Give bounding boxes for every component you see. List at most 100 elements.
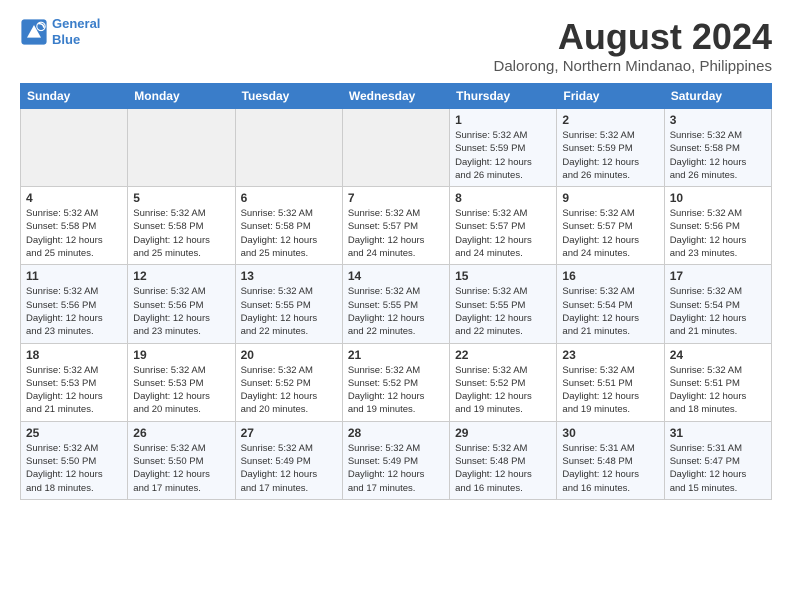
day-content: Sunrise: 5:32 AM Sunset: 5:55 PM Dayligh… [455, 285, 551, 338]
calendar-cell: 9 Sunrise: 5:32 AM Sunset: 5:57 PM Daylig… [557, 187, 664, 265]
day-content: Sunrise: 5:32 AM Sunset: 5:50 PM Dayligh… [133, 442, 229, 495]
calendar-cell: 27 Sunrise: 5:32 AM Sunset: 5:49 PM Dayli… [235, 421, 342, 499]
day-number: 27 [241, 426, 337, 440]
day-number: 20 [241, 348, 337, 362]
calendar-cell: 14 Sunrise: 5:32 AM Sunset: 5:55 PM Dayli… [342, 265, 449, 343]
weekday-header: Sunday [21, 84, 128, 109]
day-number: 15 [455, 269, 551, 283]
day-content: Sunrise: 5:32 AM Sunset: 5:58 PM Dayligh… [133, 207, 229, 260]
weekday-header: Friday [557, 84, 664, 109]
calendar-cell: 2Sunrise: 5:32 AM Sunset: 5:59 PM Daylig… [557, 109, 664, 187]
calendar-cell: 29Sunrise: 5:32 AM Sunset: 5:48 PM Dayli… [450, 421, 557, 499]
logo-line2: Blue [52, 32, 100, 48]
calendar-cell [128, 109, 235, 187]
calendar-week: 11 Sunrise: 5:32 AM Sunset: 5:56 PM Dayli… [21, 265, 772, 343]
day-content: Sunrise: 5:32 AM Sunset: 5:51 PM Dayligh… [562, 364, 658, 417]
calendar-cell: 6Sunrise: 5:32 AM Sunset: 5:58 PM Daylig… [235, 187, 342, 265]
calendar-title: August 2024 [494, 16, 773, 58]
day-number: 29 [455, 426, 551, 440]
day-content: Sunrise: 5:32 AM Sunset: 5:50 PM Dayligh… [26, 442, 122, 495]
day-content: Sunrise: 5:32 AM Sunset: 5:58 PM Dayligh… [241, 207, 337, 260]
day-number: 31 [670, 426, 766, 440]
calendar-cell: 3 Sunrise: 5:32 AM Sunset: 5:58 PM Daylig… [664, 109, 771, 187]
day-number: 26 [133, 426, 229, 440]
calendar-body: 1 Sunrise: 5:32 AM Sunset: 5:59 PM Daylig… [21, 109, 772, 500]
day-number: 9 [562, 191, 658, 205]
weekday-header: Thursday [450, 84, 557, 109]
day-number: 4 [26, 191, 122, 205]
day-content: Sunrise: 5:32 AM Sunset: 5:56 PM Dayligh… [133, 285, 229, 338]
weekday-header: Monday [128, 84, 235, 109]
calendar-table: SundayMondayTuesdayWednesdayThursdayFrid… [20, 83, 772, 500]
calendar-week: 4 Sunrise: 5:32 AM Sunset: 5:58 PM Daylig… [21, 187, 772, 265]
day-number: 13 [241, 269, 337, 283]
day-number: 21 [348, 348, 444, 362]
calendar-header: SundayMondayTuesdayWednesdayThursdayFrid… [21, 84, 772, 109]
calendar-cell: 11 Sunrise: 5:32 AM Sunset: 5:56 PM Dayli… [21, 265, 128, 343]
day-number: 14 [348, 269, 444, 283]
day-number: 16 [562, 269, 658, 283]
day-number: 25 [26, 426, 122, 440]
logo: General Blue [20, 16, 100, 47]
day-content: Sunrise: 5:32 AM Sunset: 5:52 PM Dayligh… [348, 364, 444, 417]
calendar-subtitle: Dalorong, Northern Mindanao, Philippines [494, 58, 773, 75]
calendar-week: 1 Sunrise: 5:32 AM Sunset: 5:59 PM Daylig… [21, 109, 772, 187]
calendar-cell [235, 109, 342, 187]
calendar-cell: 12Sunrise: 5:32 AM Sunset: 5:56 PM Dayli… [128, 265, 235, 343]
calendar-cell: 19 Sunrise: 5:32 AM Sunset: 5:53 PM Dayli… [128, 343, 235, 421]
day-content: Sunrise: 5:31 AM Sunset: 5:48 PM Dayligh… [562, 442, 658, 495]
calendar-cell: 8Sunrise: 5:32 AM Sunset: 5:57 PM Daylig… [450, 187, 557, 265]
day-content: Sunrise: 5:32 AM Sunset: 5:52 PM Dayligh… [455, 364, 551, 417]
day-content: Sunrise: 5:32 AM Sunset: 5:52 PM Dayligh… [241, 364, 337, 417]
weekday-header: Wednesday [342, 84, 449, 109]
day-number: 24 [670, 348, 766, 362]
calendar-cell: 22Sunrise: 5:32 AM Sunset: 5:52 PM Dayli… [450, 343, 557, 421]
day-content: Sunrise: 5:32 AM Sunset: 5:59 PM Dayligh… [455, 129, 551, 182]
day-number: 10 [670, 191, 766, 205]
day-number: 3 [670, 113, 766, 127]
calendar-cell: 1 Sunrise: 5:32 AM Sunset: 5:59 PM Daylig… [450, 109, 557, 187]
calendar-cell: 20 Sunrise: 5:32 AM Sunset: 5:52 PM Dayli… [235, 343, 342, 421]
day-content: Sunrise: 5:32 AM Sunset: 5:57 PM Dayligh… [348, 207, 444, 260]
calendar-cell: 24 Sunrise: 5:32 AM Sunset: 5:51 PM Dayli… [664, 343, 771, 421]
day-number: 11 [26, 269, 122, 283]
day-number: 18 [26, 348, 122, 362]
calendar-cell: 31 Sunrise: 5:31 AM Sunset: 5:47 PM Dayli… [664, 421, 771, 499]
calendar-cell: 7 Sunrise: 5:32 AM Sunset: 5:57 PM Daylig… [342, 187, 449, 265]
day-content: Sunrise: 5:32 AM Sunset: 5:57 PM Dayligh… [455, 207, 551, 260]
day-content: Sunrise: 5:32 AM Sunset: 5:57 PM Dayligh… [562, 207, 658, 260]
day-content: Sunrise: 5:32 AM Sunset: 5:59 PM Dayligh… [562, 129, 658, 182]
day-content: Sunrise: 5:32 AM Sunset: 5:51 PM Dayligh… [670, 364, 766, 417]
day-content: Sunrise: 5:32 AM Sunset: 5:56 PM Dayligh… [670, 207, 766, 260]
day-number: 30 [562, 426, 658, 440]
calendar-cell [21, 109, 128, 187]
day-content: Sunrise: 5:32 AM Sunset: 5:49 PM Dayligh… [348, 442, 444, 495]
calendar-cell: 5Sunrise: 5:32 AM Sunset: 5:58 PM Daylig… [128, 187, 235, 265]
day-number: 28 [348, 426, 444, 440]
calendar-cell: 13Sunrise: 5:32 AM Sunset: 5:55 PM Dayli… [235, 265, 342, 343]
day-content: Sunrise: 5:32 AM Sunset: 5:49 PM Dayligh… [241, 442, 337, 495]
calendar-cell: 18Sunrise: 5:32 AM Sunset: 5:53 PM Dayli… [21, 343, 128, 421]
calendar-cell [342, 109, 449, 187]
day-content: Sunrise: 5:32 AM Sunset: 5:54 PM Dayligh… [562, 285, 658, 338]
day-content: Sunrise: 5:31 AM Sunset: 5:47 PM Dayligh… [670, 442, 766, 495]
calendar-cell: 23 Sunrise: 5:32 AM Sunset: 5:51 PM Dayli… [557, 343, 664, 421]
calendar-cell: 25 Sunrise: 5:32 AM Sunset: 5:50 PM Dayli… [21, 421, 128, 499]
day-number: 19 [133, 348, 229, 362]
calendar-cell: 10 Sunrise: 5:32 AM Sunset: 5:56 PM Dayli… [664, 187, 771, 265]
day-number: 23 [562, 348, 658, 362]
calendar-cell: 15 Sunrise: 5:32 AM Sunset: 5:55 PM Dayli… [450, 265, 557, 343]
title-area: August 2024 Dalorong, Northern Mindanao,… [494, 16, 773, 75]
day-content: Sunrise: 5:32 AM Sunset: 5:53 PM Dayligh… [133, 364, 229, 417]
weekday-row: SundayMondayTuesdayWednesdayThursdayFrid… [21, 84, 772, 109]
day-number: 1 [455, 113, 551, 127]
day-number: 7 [348, 191, 444, 205]
day-content: Sunrise: 5:32 AM Sunset: 5:56 PM Dayligh… [26, 285, 122, 338]
calendar-cell: 17Sunrise: 5:32 AM Sunset: 5:54 PM Dayli… [664, 265, 771, 343]
day-number: 17 [670, 269, 766, 283]
day-content: Sunrise: 5:32 AM Sunset: 5:55 PM Dayligh… [348, 285, 444, 338]
day-content: Sunrise: 5:32 AM Sunset: 5:58 PM Dayligh… [670, 129, 766, 182]
calendar-week: 25 Sunrise: 5:32 AM Sunset: 5:50 PM Dayli… [21, 421, 772, 499]
weekday-header: Tuesday [235, 84, 342, 109]
logo-icon [20, 18, 48, 46]
